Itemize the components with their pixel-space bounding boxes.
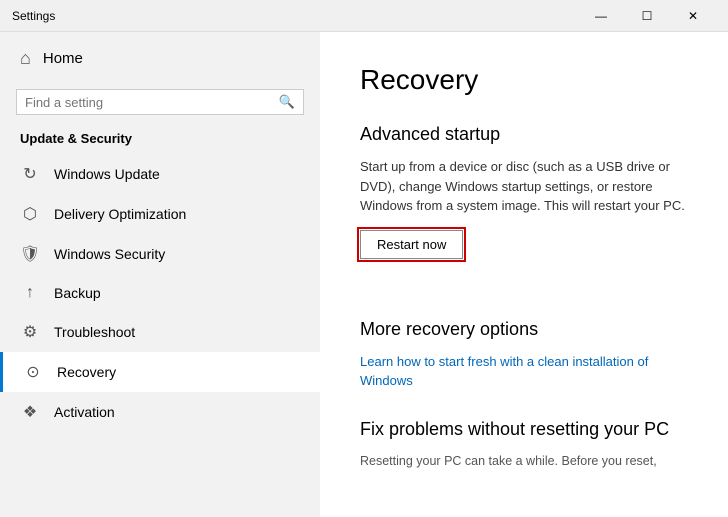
sidebar-item-home[interactable]: ⌂ Home bbox=[0, 32, 320, 85]
fix-problems-section: Fix problems without resetting your PC R… bbox=[360, 419, 688, 471]
sidebar-label-recovery: Recovery bbox=[57, 364, 116, 380]
close-button[interactable]: ✕ bbox=[670, 0, 716, 32]
sidebar-item-delivery-optimization[interactable]: ⬡ Delivery Optimization bbox=[0, 194, 320, 234]
sidebar-item-troubleshoot[interactable]: ⚙ Troubleshoot bbox=[0, 312, 320, 352]
search-icon: 🔍 bbox=[279, 94, 295, 110]
sidebar-label-troubleshoot: Troubleshoot bbox=[54, 324, 135, 340]
title-bar: Settings — ☐ ✕ bbox=[0, 0, 728, 32]
sidebar-section-title: Update & Security bbox=[0, 127, 320, 154]
minimize-button[interactable]: — bbox=[578, 0, 624, 32]
home-label: Home bbox=[43, 50, 83, 67]
troubleshoot-icon: ⚙ bbox=[20, 322, 40, 342]
window-controls: — ☐ ✕ bbox=[578, 0, 716, 32]
sidebar-label-activation: Activation bbox=[54, 404, 115, 420]
restart-now-button[interactable]: Restart now bbox=[360, 230, 463, 259]
backup-icon: ↑ bbox=[20, 284, 40, 302]
advanced-startup-heading: Advanced startup bbox=[360, 124, 688, 145]
more-recovery-heading: More recovery options bbox=[360, 319, 688, 340]
search-box: 🔍 bbox=[16, 89, 304, 115]
advanced-startup-description: Start up from a device or disc (such as … bbox=[360, 157, 688, 216]
maximize-button[interactable]: ☐ bbox=[624, 0, 670, 32]
windows-update-icon: ↻ bbox=[20, 164, 40, 184]
sidebar-item-backup[interactable]: ↑ Backup bbox=[0, 274, 320, 312]
sidebar-label-backup: Backup bbox=[54, 285, 101, 301]
page-title: Recovery bbox=[360, 64, 688, 96]
home-icon: ⌂ bbox=[20, 48, 31, 69]
content-area: Recovery Advanced startup Start up from … bbox=[320, 32, 728, 517]
search-input[interactable] bbox=[25, 95, 273, 110]
more-recovery-section: More recovery options Learn how to start… bbox=[360, 319, 688, 391]
app-title: Settings bbox=[12, 9, 578, 23]
recovery-icon: ⊙ bbox=[23, 362, 43, 382]
main-container: ⌂ Home 🔍 Update & Security ↻ Windows Upd… bbox=[0, 32, 728, 517]
sidebar-label-windows-update: Windows Update bbox=[54, 166, 160, 182]
clean-install-link[interactable]: Learn how to start fresh with a clean in… bbox=[360, 354, 648, 389]
sidebar-item-windows-update[interactable]: ↻ Windows Update bbox=[0, 154, 320, 194]
windows-security-icon: 🛡 bbox=[20, 244, 40, 264]
sidebar-item-windows-security[interactable]: 🛡 Windows Security bbox=[0, 234, 320, 274]
fix-problems-description: Resetting your PC can take a while. Befo… bbox=[360, 452, 688, 471]
advanced-startup-section: Advanced startup Start up from a device … bbox=[360, 124, 688, 291]
sidebar: ⌂ Home 🔍 Update & Security ↻ Windows Upd… bbox=[0, 32, 320, 517]
sidebar-label-windows-security: Windows Security bbox=[54, 246, 165, 262]
fix-problems-heading: Fix problems without resetting your PC bbox=[360, 419, 688, 440]
sidebar-item-activation[interactable]: ❖ Activation bbox=[0, 392, 320, 432]
delivery-optimization-icon: ⬡ bbox=[20, 204, 40, 224]
sidebar-item-recovery[interactable]: ⊙ Recovery bbox=[0, 352, 320, 392]
sidebar-label-delivery-optimization: Delivery Optimization bbox=[54, 206, 186, 222]
activation-icon: ❖ bbox=[20, 402, 40, 422]
